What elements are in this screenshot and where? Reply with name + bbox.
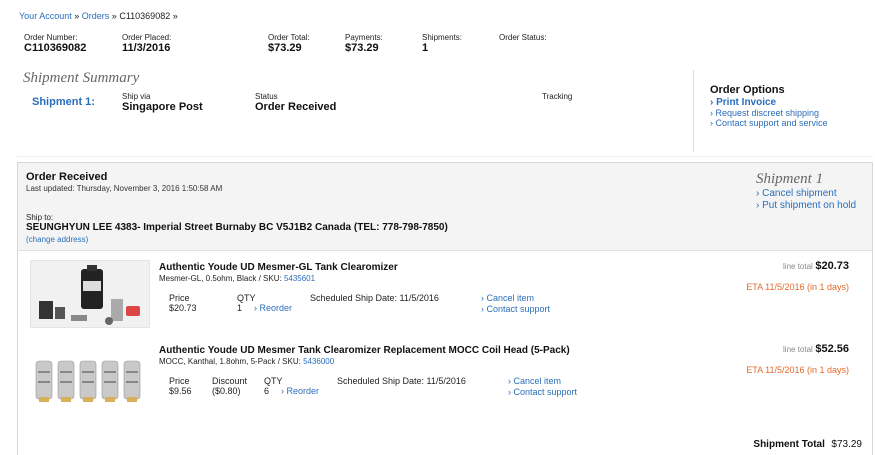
order-number: C110369082 — [24, 42, 87, 54]
qty-label: QTY — [264, 376, 283, 386]
order-options-title: Order Options — [710, 84, 785, 96]
price-value: $9.56 — [169, 386, 192, 396]
breadcrumb: Your Account » Orders » C110369082 » — [19, 11, 178, 21]
item-sku-link[interactable]: 5436000 — [303, 357, 334, 366]
item-variant-text: MOCC, Kanthal, 1.8ohm, 5-Pack / SKU: — [159, 357, 304, 366]
item-variant-text: Mesmer-GL, 0.5ohm, Black / SKU: — [159, 274, 284, 283]
request-discreet-shipping-link[interactable]: › Request discreet shipping — [710, 108, 828, 118]
item-sku-link[interactable]: 5435601 — [284, 274, 315, 283]
item-variant: MOCC, Kanthal, 1.8ohm, 5-Pack / SKU: 543… — [159, 357, 334, 366]
line-total-label: line total — [783, 345, 813, 354]
order-status-label: Order Status: — [499, 33, 547, 42]
order-total: $73.29 — [268, 42, 302, 54]
breadcrumb-separator: » — [74, 11, 80, 21]
scheduled-ship-date: Scheduled Ship Date: 11/5/2016 — [310, 293, 439, 303]
product-image[interactable] — [30, 260, 150, 328]
hold-shipment-link[interactable]: › Put shipment on hold — [756, 200, 856, 211]
line-total-label: line total — [783, 262, 813, 271]
payments: $73.29 — [345, 42, 379, 54]
price-label: Price — [169, 376, 190, 386]
order-placed-label: Order Placed: — [122, 33, 172, 42]
status-label: Status — [255, 92, 278, 101]
product-image[interactable] — [30, 347, 150, 413]
shipment-colon: : — [91, 96, 95, 108]
change-address-link[interactable]: (change address) — [26, 235, 88, 244]
breadcrumb-orders[interactable]: Orders — [82, 11, 110, 21]
contact-support-link[interactable]: › Contact support — [481, 304, 550, 314]
section-divider — [17, 156, 873, 157]
shipment-card-title: Shipment 1 — [756, 171, 824, 187]
coil-heads-image — [35, 360, 141, 402]
order-options: Order Options › Print Invoice › Request … — [710, 84, 828, 128]
ship-via: Singapore Post — [122, 101, 203, 113]
shipment-summary-title: Shipment Summary — [23, 70, 140, 86]
qty-value: 1 — [237, 303, 243, 313]
contact-support-service-link[interactable]: › Contact support and service — [710, 118, 828, 128]
discount-label: Discount — [212, 376, 248, 386]
shipment-1-link[interactable]: Shipment 1 — [32, 96, 91, 108]
shipment-total-value: $73.29 — [831, 439, 862, 450]
cancel-item-link[interactable]: › Cancel item — [508, 376, 561, 386]
ship-via-label: Ship via — [122, 92, 151, 101]
eta: ETA 11/5/2016 (in 1 days) — [746, 365, 849, 375]
eta: ETA 11/5/2016 (in 1 days) — [746, 282, 849, 292]
breadcrumb-current: C110369082 » — [119, 11, 178, 21]
item-title[interactable]: Authentic Youde UD Mesmer Tank Clearomiz… — [159, 345, 570, 356]
qty-label: QTY — [237, 293, 256, 303]
last-updated: Last updated: Thursday, November 3, 2016… — [26, 184, 223, 193]
line-total: line total $20.73 — [783, 260, 849, 272]
discount-value: ($0.80) — [212, 386, 241, 396]
order-number-label: Order Number: — [24, 33, 78, 42]
cancel-shipment-link[interactable]: › Cancel shipment — [756, 188, 837, 199]
shipments-count: 1 — [422, 42, 429, 54]
shipment-total-label: Shipment Total — [753, 439, 825, 450]
print-invoice-link[interactable]: › Print Invoice — [710, 97, 828, 108]
reorder-link[interactable]: › Reorder — [281, 386, 319, 396]
shipment-card: Order Received Last updated: Thursday, N… — [17, 162, 873, 455]
line-total: line total $52.56 — [783, 343, 849, 355]
order-placed: 11/3/2016 — [122, 42, 171, 54]
ship-to-label: Ship to: — [26, 213, 54, 222]
status-value: Order Received — [255, 101, 337, 113]
shipment-card-header — [18, 163, 872, 251]
cancel-item-link[interactable]: › Cancel item — [481, 293, 534, 303]
reorder-link[interactable]: › Reorder — [254, 303, 292, 313]
divider — [693, 70, 694, 152]
scheduled-ship-date: Scheduled Ship Date: 11/5/2016 — [337, 376, 466, 386]
line-total-value: $52.56 — [815, 343, 849, 355]
qty-value: 6 — [264, 386, 270, 396]
contact-support-link[interactable]: › Contact support — [508, 387, 577, 397]
payments-label: Payments: — [345, 33, 383, 42]
order-total-label: Order Total: — [268, 33, 310, 42]
shipment-status: Order Received — [26, 171, 108, 183]
line-total-value: $20.73 — [815, 260, 849, 272]
tank-clearomizer-image — [31, 261, 149, 327]
ship-to-address: SEUNGHYUN LEE 4383- Imperial Street Burn… — [26, 222, 448, 233]
shipment-total: Shipment Total $73.29 — [753, 439, 862, 450]
breadcrumb-your-account[interactable]: Your Account — [19, 11, 72, 21]
tracking-label: Tracking — [542, 92, 573, 101]
breadcrumb-separator: » — [111, 11, 117, 21]
price-value: $20.73 — [169, 303, 197, 313]
item-title[interactable]: Authentic Youde UD Mesmer-GL Tank Clearo… — [159, 262, 398, 273]
price-label: Price — [169, 293, 190, 303]
item-variant: Mesmer-GL, 0.5ohm, Black / SKU: 5435601 — [159, 274, 315, 283]
shipments-label: Shipments: — [422, 33, 463, 42]
shipment-summary-link[interactable]: Shipment 1: — [32, 96, 95, 108]
